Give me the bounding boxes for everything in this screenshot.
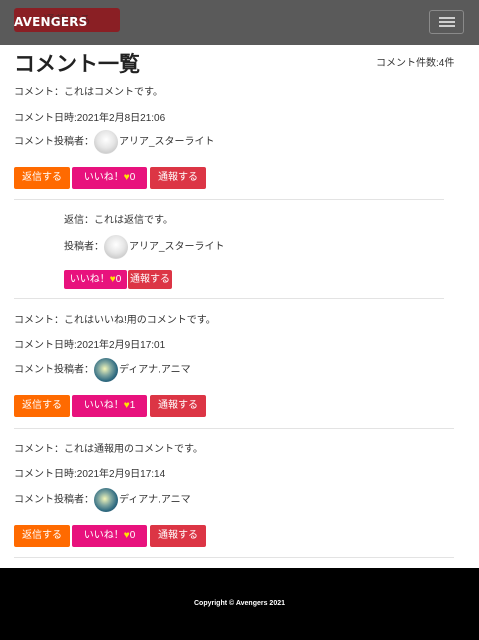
comment-datetime: コメント日時:2021年2月9日17:01 — [14, 340, 166, 351]
poster-label: コメント投稿者： — [14, 494, 94, 506]
poster-name[interactable]: アリア_スターライト — [119, 137, 215, 148]
reply-poster: 投稿者： アリア_スターライト — [64, 235, 225, 259]
reply-like-button[interactable]: いいね！♥0 — [64, 270, 127, 289]
hamburger-icon-line — [439, 25, 455, 27]
poster-label: コメント投稿者： — [14, 136, 94, 148]
comment-count: コメント件数:4件 — [376, 54, 454, 69]
divider — [14, 428, 454, 429]
brand-logo[interactable]: AVENGERS — [14, 15, 88, 29]
copyright-text: Copyright © Avengers 2021 — [194, 600, 285, 607]
poster-name[interactable]: アリア_スターライト — [129, 242, 225, 253]
like-count: 0 — [129, 530, 136, 541]
comment-text: コメント：これはいいね!用のコメントです。 — [14, 315, 216, 326]
like-button[interactable]: いいね！♥1 — [72, 395, 147, 417]
report-button[interactable]: 通報する — [150, 395, 206, 417]
reply-button[interactable]: 返信する — [14, 395, 70, 417]
hamburger-icon — [439, 17, 455, 19]
reply-button[interactable]: 返信する — [14, 525, 70, 547]
page-title: コメント一覧 — [14, 52, 140, 76]
reply-report-button[interactable]: 通報する — [128, 270, 172, 289]
report-button[interactable]: 通報する — [150, 525, 206, 547]
divider — [14, 557, 454, 558]
like-count: 1 — [129, 400, 136, 411]
comment-count-label: コメント件数: — [376, 58, 439, 69]
avatar — [104, 235, 128, 259]
like-label: いいね！ — [83, 172, 124, 183]
like-label: いいね！ — [69, 274, 110, 285]
comment-text: コメント：これはコメントです。 — [14, 87, 163, 98]
hamburger-icon-line — [439, 21, 455, 23]
comment-poster: コメント投稿者： アリア_スターライト — [14, 130, 215, 154]
reply-button[interactable]: 返信する — [14, 167, 70, 189]
report-button[interactable]: 通報する — [150, 167, 206, 189]
comment-datetime: コメント日時:2021年2月8日21:06 — [14, 113, 166, 124]
navbar: 通報する AVENGERS — [0, 0, 479, 45]
comment-poster: コメント投稿者： ディアナ.アニマ — [14, 358, 191, 382]
like-label: いいね！ — [83, 530, 124, 541]
comment-count-value: 4件 — [438, 58, 455, 69]
poster-label: コメント投稿者： — [14, 364, 94, 376]
comment-text: コメント：これは通報用のコメントです。 — [14, 444, 203, 455]
avatar — [94, 488, 118, 512]
poster-name[interactable]: ディアナ.アニマ — [119, 365, 191, 376]
comment-datetime: コメント日時:2021年2月9日17:14 — [14, 469, 166, 480]
like-count: 0 — [129, 172, 136, 183]
like-label: いいね！ — [83, 400, 124, 411]
like-count: 0 — [115, 274, 122, 285]
menu-toggle-button[interactable] — [429, 10, 464, 34]
divider — [14, 199, 444, 200]
like-button[interactable]: いいね！♥0 — [72, 525, 147, 547]
poster-name[interactable]: ディアナ.アニマ — [119, 495, 191, 506]
avatar — [94, 130, 118, 154]
comment-poster: コメント投稿者： ディアナ.アニマ — [14, 488, 191, 512]
like-button[interactable]: いいね！♥0 — [72, 167, 147, 189]
poster-label: 投稿者： — [64, 241, 104, 253]
reply-text: 返信：これは返信です。 — [64, 215, 173, 226]
divider — [14, 298, 444, 299]
avatar — [94, 358, 118, 382]
